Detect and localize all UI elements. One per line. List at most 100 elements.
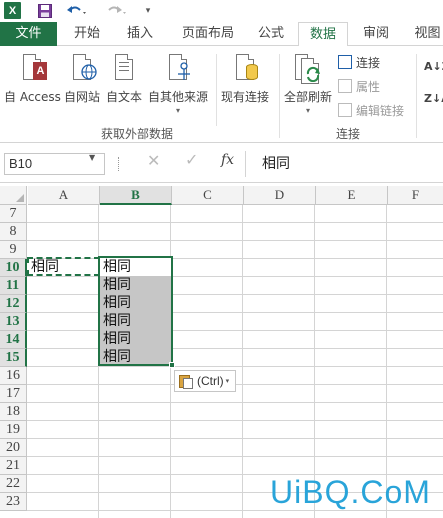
refresh-all-label: 全部刷新 [284, 90, 333, 104]
select-all-corner[interactable] [0, 186, 27, 205]
column-header-a[interactable]: A [28, 186, 100, 205]
text-file-icon [109, 52, 139, 86]
from-access-button[interactable]: A 自 Access [4, 52, 61, 105]
column-header-d[interactable]: D [244, 186, 316, 205]
group-label-connections: 连接 [336, 127, 361, 141]
refresh-all-icon [293, 52, 323, 86]
row-header-7[interactable]: 7 [0, 205, 27, 223]
access-glyph: A [33, 62, 48, 80]
chevron-down-icon: ▾ [225, 378, 230, 385]
row-header-20[interactable]: 20 [0, 439, 27, 457]
formula-bar-separator [245, 151, 246, 177]
cancel-icon[interactable]: ✕ [147, 151, 160, 170]
redo-button[interactable] [104, 2, 130, 20]
cell-b12[interactable]: 相同 [100, 294, 171, 312]
row-header-9[interactable]: 9 [0, 241, 27, 259]
formula-input[interactable]: 相同 [262, 153, 432, 175]
edit-links-icon [338, 103, 352, 117]
row-header-22[interactable]: 22 [0, 475, 27, 493]
fill-handle[interactable] [169, 362, 175, 368]
group-label-get-external-data: 获取外部数据 [101, 127, 174, 141]
tab-home[interactable]: 开始 [70, 22, 104, 46]
worksheet-grid[interactable] [27, 205, 443, 518]
from-access-label: 自 Access [4, 90, 61, 104]
formula-bar-grip[interactable] [118, 157, 121, 171]
row-header-18[interactable]: 18 [0, 403, 27, 421]
access-database-icon: A [17, 52, 48, 86]
existing-connections-icon [230, 52, 260, 86]
dropdown-arrow-icon: ▾ [176, 106, 181, 115]
properties-icon [338, 79, 352, 93]
column-header-f[interactable]: F [388, 186, 443, 205]
cell-b10[interactable]: 相同 [100, 258, 171, 276]
cell-a10[interactable]: 相同 [28, 258, 99, 276]
quick-access-toolbar: X ▾ [0, 0, 443, 22]
from-text-button[interactable]: 自文本 [106, 52, 142, 105]
tab-view[interactable]: 视图 [412, 22, 443, 46]
clipboard-icon [178, 373, 194, 389]
refresh-all-button[interactable]: 全部刷新 ▾ [284, 52, 332, 115]
existing-connections-label: 现有连接 [221, 90, 270, 104]
row-header-21[interactable]: 21 [0, 457, 27, 475]
redo-icon [108, 6, 126, 14]
from-other-sources-button[interactable]: 自其他来源 ▾ [148, 52, 208, 115]
ribbon-data: A 自 Access 自网站 自文本 自其他来源 ▾ 现有连接 全部刷新 ▾ 连… [0, 46, 443, 143]
watermark: UiBQ.CoM [270, 474, 431, 510]
cell-b14[interactable]: 相同 [100, 330, 171, 348]
row-header-16[interactable]: 16 [0, 367, 27, 385]
insert-function-icon[interactable]: fx [221, 152, 234, 168]
row-header-12[interactable]: 12 [0, 295, 27, 313]
row-header-17[interactable]: 17 [0, 385, 27, 403]
properties-button[interactable]: 属性 [338, 76, 380, 96]
tab-file[interactable]: 文件 [0, 22, 57, 46]
cell-b13[interactable]: 相同 [100, 312, 171, 330]
sort-ascending-button[interactable]: A↓Z [424, 60, 443, 73]
other-sources-icon [163, 52, 193, 86]
from-other-sources-label: 自其他来源 [148, 90, 209, 104]
cell-b15[interactable]: 相同 [100, 348, 171, 366]
dropdown-arrow-icon: ▾ [306, 106, 311, 115]
existing-connections-button[interactable]: 现有连接 [221, 52, 269, 105]
connections-button[interactable]: 连接 [338, 52, 380, 72]
edit-links-label: 编辑链接 [356, 103, 405, 118]
ribbon-separator [216, 54, 217, 126]
enter-icon[interactable]: ✓ [185, 150, 198, 169]
row-header-8[interactable]: 8 [0, 223, 27, 241]
connections-label: 连接 [356, 55, 381, 70]
row-header-11[interactable]: 11 [0, 277, 27, 295]
paste-options-button[interactable]: (Ctrl) ▾ [174, 370, 236, 392]
web-globe-icon [67, 52, 97, 86]
from-web-label: 自网站 [64, 90, 101, 104]
tab-review[interactable]: 审阅 [360, 22, 392, 46]
row-header-23[interactable]: 23 [0, 493, 27, 511]
properties-label: 属性 [356, 79, 381, 94]
ribbon-separator [416, 54, 417, 138]
excel-logo-icon: X [4, 2, 21, 19]
tab-page-layout[interactable]: 页面布局 [178, 22, 238, 46]
ribbon-tabs: 文件 开始 插入 页面布局 公式 数据 审阅 视图 [0, 22, 443, 47]
row-header-15[interactable]: 15 [0, 349, 27, 367]
row-header-14[interactable]: 14 [0, 331, 27, 349]
tab-insert[interactable]: 插入 [125, 22, 155, 46]
formula-bar: B10 ▼ ✕ ✓ fx 相同 [0, 143, 443, 183]
row-header-19[interactable]: 19 [0, 421, 27, 439]
from-web-button[interactable]: 自网站 [64, 52, 100, 105]
from-text-label: 自文本 [106, 90, 143, 104]
tab-data[interactable]: 数据 [298, 22, 348, 47]
column-header-e[interactable]: E [316, 186, 388, 205]
save-button[interactable] [36, 2, 54, 20]
customize-toolbar-button[interactable]: ▾ [142, 2, 154, 20]
undo-icon [67, 6, 86, 14]
column-header-c[interactable]: C [172, 186, 244, 205]
chevron-down-icon[interactable]: ▼ [89, 153, 95, 162]
edit-links-button[interactable]: 编辑链接 [338, 100, 404, 120]
cell-b11[interactable]: 相同 [100, 276, 171, 294]
connections-icon [338, 55, 352, 69]
row-header-10[interactable]: 10 [0, 259, 27, 277]
sort-descending-button[interactable]: Z↓A [424, 92, 443, 105]
column-header-b[interactable]: B [100, 186, 172, 205]
undo-button[interactable] [64, 2, 90, 20]
paste-options-label: (Ctrl) [197, 374, 224, 388]
tab-formulas[interactable]: 公式 [255, 22, 287, 46]
row-header-13[interactable]: 13 [0, 313, 27, 331]
